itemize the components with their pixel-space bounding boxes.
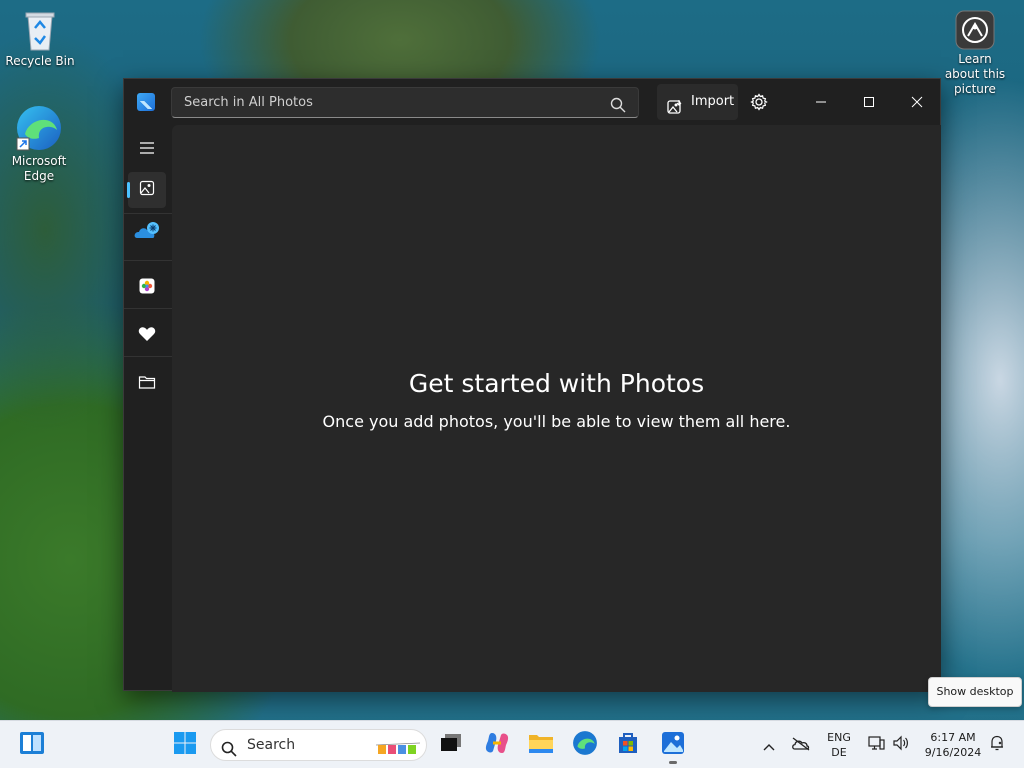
file-explorer-button[interactable] [525,729,557,761]
menu-icon [139,140,155,159]
nav-folders[interactable] [128,366,166,402]
icloud-photos-icon [139,278,155,298]
desktop-icon-label: Recycle Bin [5,54,75,68]
widgets-button[interactable] [16,729,48,761]
desktop-icon-recycle-bin[interactable]: Recycle Bin [0,10,80,69]
empty-state-subtitle: Once you add photos, you'll be able to v… [322,412,791,431]
notifications-button[interactable] [981,729,1013,761]
import-label: Import [691,94,735,109]
onedrive-tray-button[interactable] [785,729,817,761]
running-indicator [669,761,677,764]
nav-all-photos[interactable] [127,172,166,208]
menu-button[interactable] [128,131,166,167]
language-code: ENG [827,731,851,744]
sidebar-divider [124,260,172,261]
close-icon [911,93,923,112]
folders-icon [138,374,156,394]
settings-gear-icon[interactable] [750,93,768,115]
search-icon[interactable] [610,95,626,125]
minimize-icon [815,93,827,112]
navigation-sidebar [124,125,172,692]
copilot-icon [484,731,510,759]
edge-icon [15,104,63,152]
onedrive-offline-icon [791,736,811,755]
network-icon [867,735,885,755]
taskbar: Search ENG DE 6:17 AM 9/16/2024 [0,720,1024,768]
search-highlight-icon [375,739,421,768]
maximize-icon [863,93,875,112]
learn-about-picture-icon [955,10,995,50]
sidebar-divider [124,356,172,357]
start-button[interactable] [169,729,201,761]
copilot-button[interactable] [481,729,513,761]
file-explorer-icon [528,732,554,758]
input-language[interactable]: ENG DE [822,730,856,760]
clock-time: 6:17 AM [930,731,976,744]
edge-icon [572,730,598,760]
desktop-icon-learn-about-picture[interactable]: Learn about this picture [935,10,1015,97]
maximize-button[interactable] [845,79,893,125]
task-view-icon [440,733,462,757]
volume-icon [892,735,910,755]
microsoft-store-button[interactable] [612,729,644,761]
close-button[interactable] [893,79,941,125]
all-photos-icon [139,180,155,200]
keyboard-layout: DE [831,746,847,759]
widgets-icon [19,731,45,759]
search-placeholder: Search in All Photos [184,95,313,110]
photos-icon [661,731,685,759]
desktop-icon-label: Learn about this picture [944,52,1006,96]
nav-favorites[interactable] [128,318,166,354]
import-button[interactable]: Import [657,84,738,120]
chevron-up-icon [763,736,775,755]
clock-date: 9/16/2024 [924,746,982,759]
microsoft-store-icon [616,731,640,759]
favorites-heart-icon [138,326,156,346]
desktop-icon-label: Microsoft Edge [11,154,67,183]
windows-logo-icon [173,731,197,759]
recycle-bin-icon [23,10,57,52]
show-desktop-tooltip: Show desktop [928,677,1022,707]
nav-icloud-photos[interactable] [128,270,166,306]
title-bar[interactable]: Search in All Photos Import [124,79,940,125]
photos-window: Search in All Photos Import Get started … [123,78,941,692]
show-hidden-icons-button[interactable] [753,729,785,761]
photos-taskbar-button[interactable] [657,729,689,761]
minimize-button[interactable] [797,79,845,125]
clock[interactable]: 6:17 AM 9/16/2024 [918,730,988,760]
taskbar-search-label: Search [247,737,296,753]
empty-state-title: Get started with Photos [408,369,705,398]
search-input[interactable]: Search in All Photos [171,87,639,118]
sidebar-divider [124,308,172,309]
onedrive-icon [134,221,160,247]
taskbar-search[interactable]: Search [210,729,427,761]
photos-app-icon [137,93,155,111]
notification-bell-icon [988,734,1006,756]
edge-taskbar-button[interactable] [569,729,601,761]
search-icon [221,738,237,768]
nav-onedrive[interactable] [128,216,166,252]
main-content: Get started with Photos Once you add pho… [172,125,941,692]
task-view-button[interactable] [435,729,467,761]
desktop-icon-microsoft-edge[interactable]: Microsoft Edge [0,104,79,184]
sidebar-divider [124,213,172,214]
volume-button[interactable] [885,729,917,761]
